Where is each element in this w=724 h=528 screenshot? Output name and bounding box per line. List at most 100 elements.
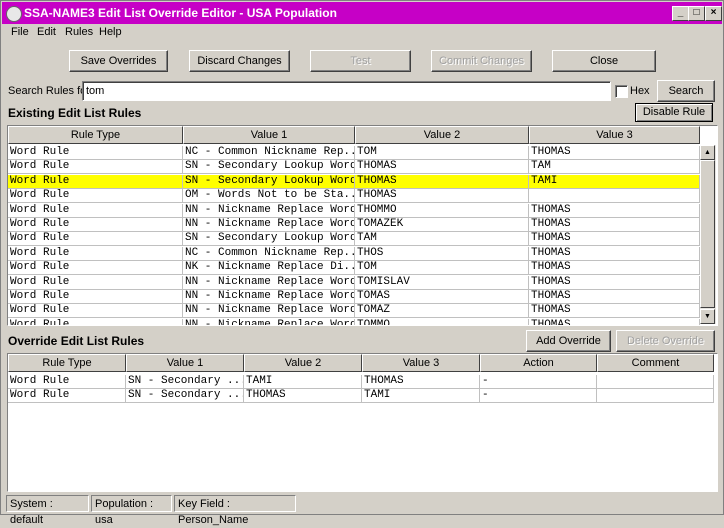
save-overrides-button[interactable]: Save Overrides — [69, 50, 168, 72]
table-cell: THOMAS — [529, 304, 700, 319]
table-cell: THOS — [355, 246, 529, 261]
column-header[interactable]: Value 3 — [362, 354, 480, 372]
status-population: Population : usa — [91, 495, 172, 526]
table-cell: Word Rule — [8, 218, 183, 232]
existing-scrollbar[interactable]: ▲ ▼ — [700, 145, 716, 324]
table-cell: SN - Secondary ... — [126, 389, 244, 403]
table-cell: TOMAS — [355, 290, 529, 304]
column-header[interactable]: Value 2 — [355, 126, 529, 144]
hex-checkbox[interactable] — [615, 85, 628, 98]
table-cell: THOMAS — [244, 389, 362, 403]
menu-rules[interactable]: Rules — [65, 26, 93, 38]
add-override-button[interactable]: Add Override — [526, 330, 611, 352]
table-row[interactable]: Word Rule SN - Secondary Lookup Word TAM TH… — [8, 232, 700, 247]
column-header[interactable]: Value 3 — [529, 126, 700, 144]
table-cell: SN - Secondary ... — [126, 375, 244, 389]
disable-rule-button[interactable]: Disable Rule — [635, 103, 713, 122]
existing-rules-table: Rule Type Value 1 Value 2 Value 3 Word R… — [7, 125, 718, 326]
table-row[interactable]: Word Rule SN - Secondary Lookup Word THOMA… — [8, 160, 700, 175]
table-cell: NK - Nickname Replace Di... — [183, 261, 355, 276]
table-row[interactable]: Word Rule NN - Nickname Replace Word TOMMO… — [8, 318, 700, 325]
override-table-header: Rule Type Value 1 Value 2 Value 3 Action… — [8, 354, 714, 372]
table-cell: TOMISLAV — [355, 275, 529, 290]
column-header[interactable]: Action — [480, 354, 597, 372]
search-button[interactable]: Search — [657, 80, 715, 102]
table-cell: - — [480, 389, 597, 403]
commit-changes-button[interactable]: Commit Changes — [431, 50, 532, 72]
column-header[interactable]: Value 1 — [183, 126, 355, 144]
table-cell: TOMMO — [355, 318, 529, 325]
table-cell: THOMAS — [355, 174, 529, 189]
table-row[interactable]: Word Rule SN - Secondary Lookup Word THOMA… — [8, 174, 700, 189]
existing-table-header: Rule Type Value 1 Value 2 Value 3 — [8, 126, 700, 144]
table-row[interactable]: Word Rule SN - Secondary ... THOMAS TAMI - — [8, 389, 714, 403]
table-cell: TOMAZEK — [355, 218, 529, 232]
table-cell: Word Rule — [8, 189, 183, 204]
table-cell: Word Rule — [8, 203, 183, 218]
table-cell: Word Rule — [8, 275, 183, 290]
close-window-button[interactable]: × — [705, 6, 722, 21]
table-row[interactable]: Word Rule NK - Nickname Replace Di... TOM T… — [8, 261, 700, 276]
status-system: System : default — [6, 495, 89, 526]
main-window: SSA-NAME3 Edit List Override Editor - US… — [0, 0, 724, 526]
table-cell: TOMAZ — [355, 304, 529, 319]
scroll-down-icon[interactable]: ▼ — [700, 309, 715, 324]
table-cell: NN - Nickname Replace Word — [183, 290, 355, 304]
override-rules-title: Override Edit List Rules — [8, 334, 145, 348]
test-button[interactable]: Test — [310, 50, 411, 72]
table-cell: TAM — [355, 232, 529, 247]
table-cell — [529, 189, 700, 204]
close-button[interactable]: Close — [552, 50, 656, 72]
table-cell: Word Rule — [8, 318, 183, 325]
table-cell: THOMAS — [529, 218, 700, 232]
column-header[interactable]: Rule Type — [8, 354, 126, 372]
table-row[interactable]: Word Rule NN - Nickname Replace Word TOMAZ… — [8, 304, 700, 319]
table-cell: THOMAS — [529, 290, 700, 304]
menu-file[interactable]: File — [11, 26, 29, 38]
table-cell: Word Rule — [8, 246, 183, 261]
column-header[interactable]: Value 1 — [126, 354, 244, 372]
table-cell: Word Rule — [8, 304, 183, 319]
table-row[interactable]: Word Rule NN - Nickname Replace Word TOMAS… — [8, 290, 700, 304]
table-cell: TAMI — [529, 174, 700, 189]
app-icon — [6, 6, 22, 22]
table-cell: THOMAS — [355, 189, 529, 204]
column-header[interactable]: Rule Type — [8, 126, 183, 144]
table-cell: THOMMO — [355, 203, 529, 218]
table-cell: THOMAS — [355, 160, 529, 175]
table-cell: THOMAS — [529, 232, 700, 247]
search-input[interactable]: tom — [82, 81, 611, 101]
window-title: SSA-NAME3 Edit List Override Editor - US… — [24, 6, 337, 20]
table-row[interactable]: Word Rule NN - Nickname Replace Word THOMM… — [8, 203, 700, 218]
table-cell: SN - Secondary Lookup Word — [183, 232, 355, 247]
table-cell: Word Rule — [8, 290, 183, 304]
delete-override-button[interactable]: Delete Override — [616, 330, 715, 352]
table-cell: Word Rule — [8, 375, 126, 389]
table-cell: OM - Words Not to be Sta... — [183, 189, 355, 204]
table-cell: NN - Nickname Replace Word — [183, 218, 355, 232]
minimize-button[interactable]: _ — [672, 6, 689, 21]
column-header[interactable]: Value 2 — [244, 354, 362, 372]
maximize-button[interactable]: □ — [688, 6, 705, 21]
menu-edit[interactable]: Edit — [37, 26, 56, 38]
table-cell: Word Rule — [8, 146, 183, 160]
scroll-thumb[interactable] — [700, 160, 715, 308]
discard-changes-button[interactable]: Discard Changes — [189, 50, 290, 72]
column-header[interactable]: Comment — [597, 354, 714, 372]
table-cell: TAMI — [244, 375, 362, 389]
table-row[interactable]: Word Rule OM - Words Not to be Sta... THOM… — [8, 189, 700, 204]
table-cell: NC - Common Nickname Rep... — [183, 246, 355, 261]
menu-help[interactable]: Help — [99, 26, 122, 38]
existing-rules-title: Existing Edit List Rules — [8, 106, 142, 120]
scroll-up-icon[interactable]: ▲ — [700, 145, 715, 160]
table-cell: Word Rule — [8, 174, 183, 189]
table-cell: THOMAS — [529, 275, 700, 290]
table-row[interactable]: Word Rule SN - Secondary ... TAMI THOMAS - — [8, 375, 714, 389]
table-row[interactable]: Word Rule NC - Common Nickname Rep... TOM T… — [8, 146, 700, 160]
table-row[interactable]: Word Rule NN - Nickname Replace Word TOMAZ… — [8, 218, 700, 232]
table-cell: NN - Nickname Replace Word — [183, 318, 355, 325]
table-row[interactable]: Word Rule NN - Nickname Replace Word TOMIS… — [8, 275, 700, 290]
table-cell: THOMAS — [362, 375, 480, 389]
table-row[interactable]: Word Rule NC - Common Nickname Rep... THOS… — [8, 246, 700, 261]
table-cell: Word Rule — [8, 389, 126, 403]
